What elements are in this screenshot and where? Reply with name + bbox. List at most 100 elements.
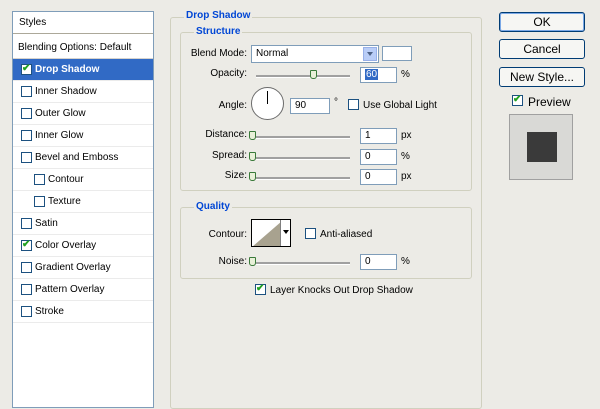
size-label: Size: <box>224 170 247 181</box>
angle-value: 90 <box>295 100 307 111</box>
style-item-inner-glow[interactable]: Inner Glow <box>13 125 153 147</box>
style-item-blending-options[interactable]: Blending Options: Default <box>13 37 153 59</box>
angle-input[interactable]: 90 <box>290 98 330 114</box>
distance-label: Distance: <box>205 129 247 140</box>
styles-header: Styles <box>13 12 153 34</box>
drop-shadow-checkbox[interactable]: ✔ <box>21 63 32 75</box>
size-input[interactable]: 0 <box>360 169 397 185</box>
spread-value: 0 <box>365 151 371 162</box>
distance-input[interactable]: 1 <box>360 128 397 144</box>
distance-unit: px <box>401 130 412 141</box>
structure-title: Structure <box>194 26 243 37</box>
noise-input[interactable]: 0 <box>360 254 397 270</box>
inner-shadow-checkbox[interactable] <box>21 86 32 97</box>
spread-slider-thumb[interactable] <box>249 152 256 161</box>
opacity-slider-thumb[interactable] <box>310 70 317 79</box>
new-style-button[interactable]: New Style... <box>499 67 585 87</box>
style-item-label: Gradient Overlay <box>35 262 111 273</box>
bevel-emboss-checkbox[interactable] <box>21 152 32 163</box>
check-icon: ✔ <box>256 283 265 294</box>
style-item-inner-shadow[interactable]: Inner Shadow <box>13 81 153 103</box>
contour-dropdown-button[interactable] <box>280 220 290 246</box>
preview-checkbox[interactable]: ✔ <box>512 94 523 106</box>
style-item-pattern-overlay[interactable]: Pattern Overlay <box>13 279 153 301</box>
opacity-label: Opacity: <box>210 68 247 79</box>
check-icon: ✔ <box>513 94 522 105</box>
spread-slider-track[interactable] <box>256 157 350 160</box>
quality-title: Quality <box>194 201 232 212</box>
style-item-texture[interactable]: Texture <box>13 191 153 213</box>
stroke-checkbox[interactable] <box>21 306 32 317</box>
size-slider-track[interactable] <box>256 177 350 180</box>
noise-value: 0 <box>365 256 371 267</box>
size-unit: px <box>401 171 412 182</box>
style-item-stroke[interactable]: Stroke <box>13 301 153 323</box>
use-global-light-checkbox[interactable] <box>348 99 359 110</box>
style-item-bevel-and-emboss[interactable]: Bevel and Emboss <box>13 147 153 169</box>
style-item-satin[interactable]: Satin <box>13 213 153 235</box>
satin-checkbox[interactable] <box>21 218 32 229</box>
style-item-gradient-overlay[interactable]: Gradient Overlay <box>13 257 153 279</box>
blend-mode-label: Blend Mode: <box>190 48 247 59</box>
style-item-label: Drop Shadow <box>35 64 100 75</box>
gradient-overlay-checkbox[interactable] <box>21 262 32 273</box>
spread-unit: % <box>401 151 410 162</box>
spread-label: Spread: <box>211 150 247 161</box>
angle-unit: ° <box>334 97 338 108</box>
style-item-label: Satin <box>35 218 58 229</box>
opacity-value: 60 <box>365 69 379 80</box>
chevron-down-icon[interactable] <box>363 47 377 61</box>
spread-input[interactable]: 0 <box>360 149 397 165</box>
pattern-overlay-checkbox[interactable] <box>21 284 32 295</box>
outer-glow-checkbox[interactable] <box>21 108 32 119</box>
inner-glow-checkbox[interactable] <box>21 130 32 141</box>
preview-box <box>509 114 573 180</box>
angle-dial[interactable] <box>251 87 284 120</box>
use-global-light-label: Use Global Light <box>363 100 437 111</box>
check-icon: ✔ <box>22 239 31 250</box>
chevron-down-icon <box>283 230 289 234</box>
check-icon: ✔ <box>22 63 31 74</box>
color-overlay-checkbox[interactable]: ✔ <box>21 239 32 251</box>
style-item-label: Inner Shadow <box>35 86 97 97</box>
style-item-label: Texture <box>48 196 81 207</box>
distance-slider-track[interactable] <box>256 136 350 139</box>
style-item-drop-shadow[interactable]: ✔ Drop Shadow <box>13 59 153 81</box>
angle-dial-needle <box>267 91 268 104</box>
styles-list: Styles Blending Options: Default ✔ Drop … <box>12 11 154 408</box>
contour-checkbox[interactable] <box>34 174 45 185</box>
contour-picker[interactable] <box>251 219 291 247</box>
style-item-outer-glow[interactable]: Outer Glow <box>13 103 153 125</box>
cancel-button[interactable]: Cancel <box>499 39 585 59</box>
contour-label: Contour: <box>208 229 247 240</box>
opacity-unit: % <box>401 69 410 80</box>
blend-mode-select[interactable]: Normal <box>251 45 379 63</box>
size-slider-thumb[interactable] <box>249 172 256 181</box>
preview-swatch <box>527 132 557 162</box>
ok-button[interactable]: OK <box>499 12 585 32</box>
noise-slider-track[interactable] <box>256 262 350 265</box>
layer-knocks-out-label: Layer Knocks Out Drop Shadow <box>270 285 413 296</box>
blend-mode-value: Normal <box>256 48 289 59</box>
distance-value: 1 <box>365 130 371 141</box>
layer-knocks-out-checkbox[interactable]: ✔ <box>255 283 266 295</box>
style-item-label: Blending Options: Default <box>18 42 132 53</box>
contour-curve-icon <box>252 220 282 246</box>
shadow-color-swatch[interactable] <box>382 46 412 61</box>
style-item-color-overlay[interactable]: ✔ Color Overlay <box>13 235 153 257</box>
style-item-label: Outer Glow <box>35 108 86 119</box>
size-value: 0 <box>365 171 371 182</box>
style-item-label: Contour <box>48 174 84 185</box>
noise-slider-thumb[interactable] <box>249 257 256 266</box>
preview-label: Preview <box>528 95 571 109</box>
style-item-label: Inner Glow <box>35 130 84 141</box>
anti-aliased-checkbox[interactable] <box>305 228 316 239</box>
opacity-slider-track[interactable] <box>256 75 350 78</box>
distance-slider-thumb[interactable] <box>249 131 256 140</box>
opacity-input[interactable]: 60 <box>360 67 397 83</box>
anti-aliased-label: Anti-aliased <box>320 229 373 240</box>
drop-shadow-title: Drop Shadow <box>184 10 253 21</box>
style-item-contour[interactable]: Contour <box>13 169 153 191</box>
texture-checkbox[interactable] <box>34 196 45 207</box>
noise-unit: % <box>401 256 410 267</box>
